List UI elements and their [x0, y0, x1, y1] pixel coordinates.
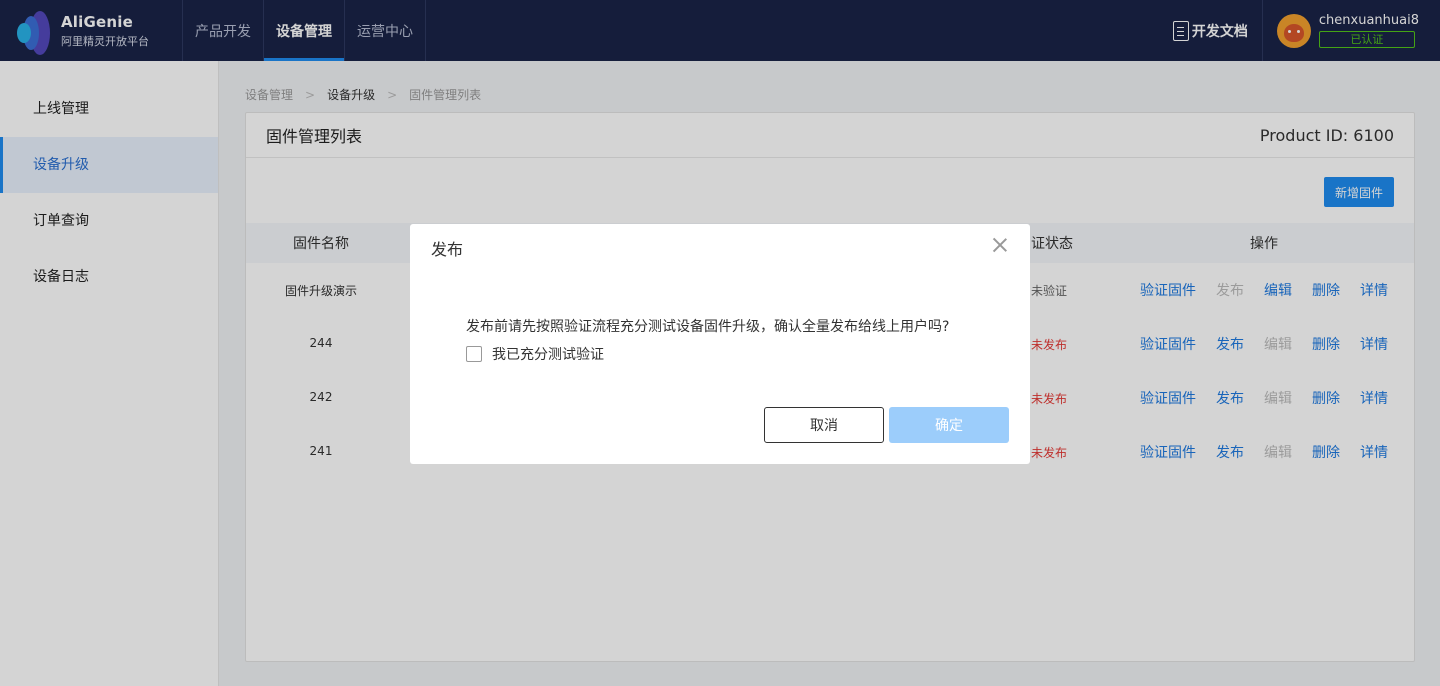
checkbox-label: 我已充分测试验证: [492, 347, 604, 363]
dialog-message: 发布前请先按照验证流程充分测试设备固件升级，确认全量发布给线上用户吗?: [466, 319, 950, 335]
publish-dialog: 发布 发布前请先按照验证流程充分测试设备固件升级，确认全量发布给线上用户吗? 我…: [410, 224, 1030, 464]
close-icon[interactable]: [992, 237, 1008, 253]
tested-confirmation-checkbox[interactable]: 我已充分测试验证: [466, 344, 604, 364]
confirm-button[interactable]: 确定: [889, 407, 1009, 443]
dialog-title: 发布: [431, 240, 464, 259]
cancel-button[interactable]: 取消: [764, 407, 884, 443]
checkbox[interactable]: [466, 346, 482, 362]
